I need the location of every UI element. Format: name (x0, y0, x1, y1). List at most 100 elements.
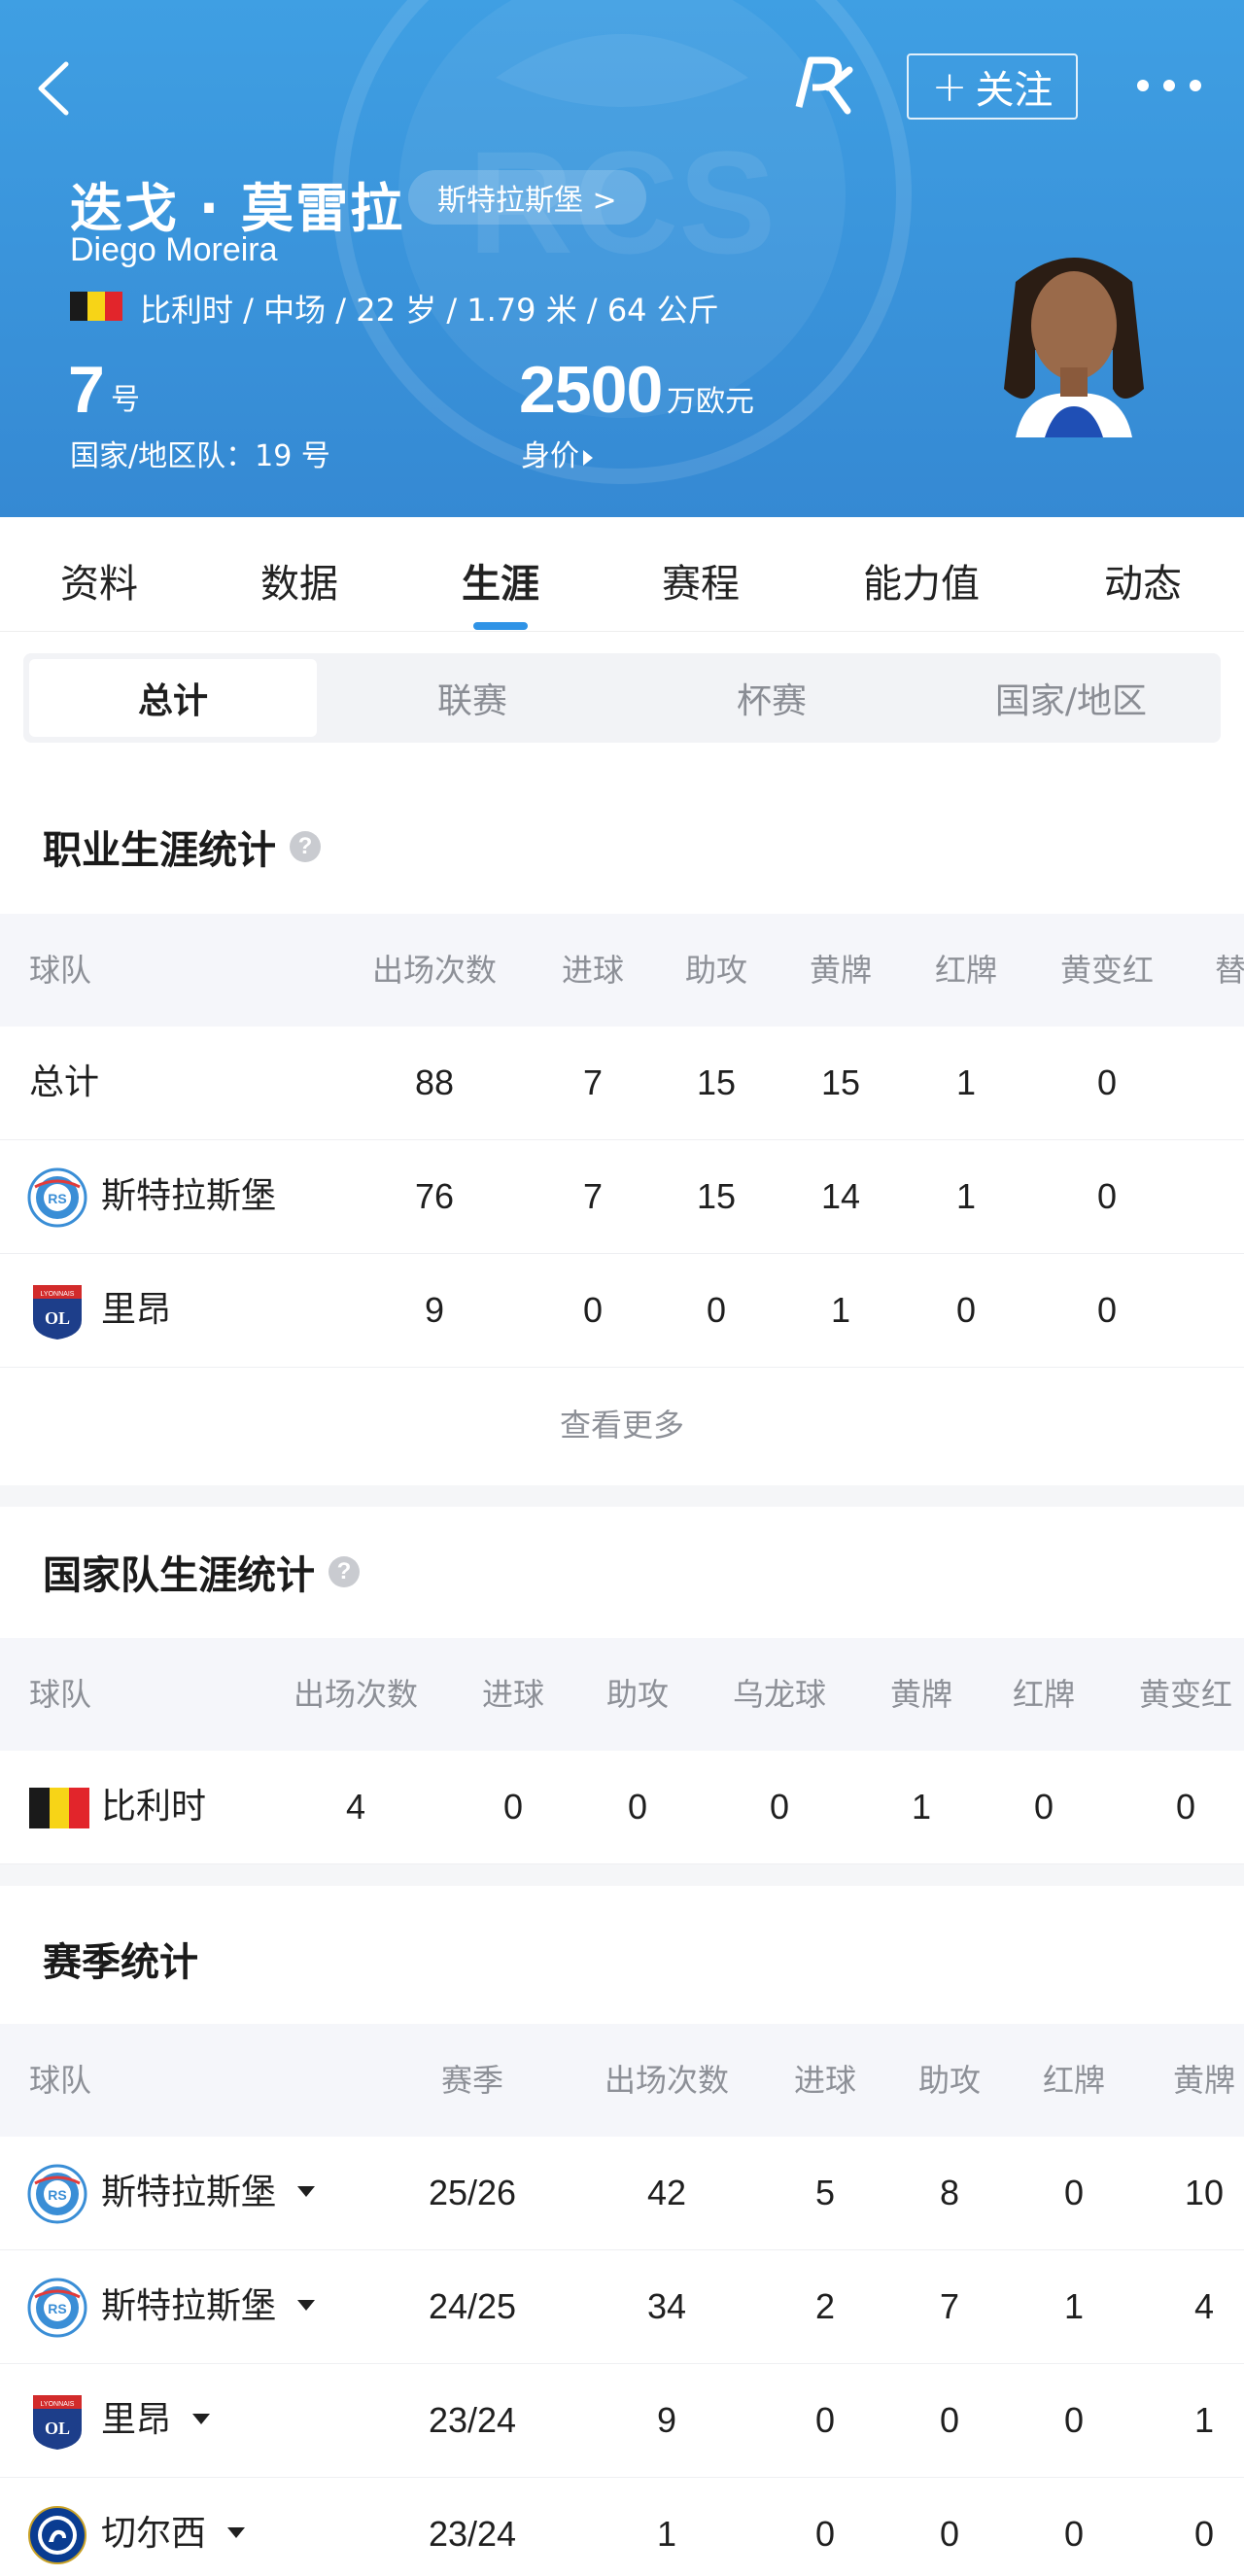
cell-season: 24/25 (428, 2286, 517, 2326)
cell-second-yellow: 0 (1096, 1062, 1118, 1102)
table-row[interactable]: LYONNAIS OL 里昂 9 0 0 1 0 0 (0, 1254, 1244, 1368)
plus-icon: + (931, 61, 968, 112)
cell-assists: 8 (939, 2173, 960, 2212)
header-second-yellow: 黄变红 (1138, 1676, 1233, 1713)
table-row: 总计 88 7 15 15 1 0 (0, 1027, 1244, 1140)
header-second-yellow: 黄变红 (1059, 952, 1155, 989)
help-icon[interactable]: ? (290, 831, 321, 862)
header-team: 球队 (29, 2062, 92, 2099)
cell-assists: 0 (627, 1787, 648, 1827)
cell-goals: 0 (502, 1787, 524, 1827)
national-table-header: 球队 出场次数 进球 助攻 乌龙球 黄牌 红牌 黄变红 (0, 1638, 1244, 1751)
section-divider (0, 1485, 1244, 1507)
cell-yellow: 14 (820, 1176, 861, 1216)
cell-assists: 0 (706, 1290, 727, 1330)
tab-schedule[interactable]: 赛程 (662, 552, 740, 609)
club-link[interactable]: 斯特拉斯堡 > (408, 170, 646, 225)
back-arrow-icon[interactable] (29, 54, 78, 122)
team-name-dropdown[interactable]: 斯特拉斯堡 (101, 2137, 316, 2249)
cell-red: 0 (1063, 2173, 1085, 2212)
header-appearances: 出场次数 (293, 1676, 419, 1713)
cell-goals: 7 (582, 1176, 604, 1216)
view-more-button[interactable]: 查看更多 (0, 1368, 1244, 1482)
follow-button[interactable]: + 关注 (907, 53, 1078, 120)
svg-text:LYONNAIS: LYONNAIS (41, 1291, 75, 1298)
subtab-league[interactable]: 联赛 (323, 653, 622, 743)
subtab-cup[interactable]: 杯赛 (622, 653, 921, 743)
season-stats-title-text: 赛季统计 (43, 1940, 198, 1985)
cell-season: 23/24 (428, 2400, 517, 2440)
table-row[interactable]: 切尔西 23/24 1 0 0 0 0 (0, 2478, 1244, 2576)
header-substitute: 替 (1215, 952, 1244, 989)
national-team-number: 国家/地区队：19 号 (70, 439, 330, 473)
header-appearances: 出场次数 (604, 2062, 730, 2099)
player-name-en: Diego Moreira (70, 231, 278, 268)
svg-text:OL: OL (45, 1308, 70, 1328)
more-options-icon[interactable] (1137, 68, 1201, 103)
header-assists: 助攻 (917, 2062, 982, 2099)
tab-ability[interactable]: 能力值 (863, 552, 980, 609)
table-row[interactable]: 比利时 4 0 0 0 1 0 0 (0, 1751, 1244, 1864)
cell-yellow: 1 (1193, 2400, 1215, 2440)
shirt-number: 7 (68, 353, 105, 427)
cell-red: 0 (1033, 1787, 1054, 1827)
caret-right-icon (583, 449, 593, 466)
header-yellow: 黄牌 (809, 952, 873, 989)
national-stats-title-text: 国家队生涯统计 (43, 1553, 315, 1598)
svg-text:OL: OL (45, 2419, 70, 2438)
cell-assists: 0 (939, 2514, 960, 2554)
team-name-dropdown[interactable]: 斯特拉斯堡 (101, 2250, 316, 2363)
cell-yellow: 15 (820, 1062, 861, 1102)
cell-assists: 15 (696, 1062, 737, 1102)
market-value-unit: 万欧元 (667, 385, 754, 419)
team-name-dropdown[interactable]: 切尔西 (101, 2478, 246, 2576)
cell-goals: 5 (814, 2173, 836, 2212)
belgium-flag-icon (29, 1788, 90, 1828)
tab-career[interactable]: 生涯 (462, 552, 539, 609)
table-row[interactable]: RS 斯特拉斯堡 76 7 15 14 1 0 (0, 1140, 1244, 1254)
team-name: 斯特拉斯堡 (101, 2286, 277, 2326)
caret-down-icon (297, 2185, 316, 2197)
lyon-logo-icon: LYONNAIS OL (33, 1285, 82, 1340)
market-value-label: 身价 (521, 439, 579, 473)
team-name-dropdown[interactable]: 里昂 (101, 2364, 211, 2477)
cell-yellow: 1 (830, 1290, 851, 1330)
career-table-header: 球队 出场次数 进球 助攻 黄牌 红牌 黄变红 替 (0, 914, 1244, 1027)
main-tabs: 资料 数据 生涯 赛程 能力值 动态 (0, 517, 1244, 632)
subtab-national[interactable]: 国家/地区 (921, 653, 1221, 743)
chelsea-logo-icon (28, 2506, 86, 2564)
header-red: 红牌 (934, 952, 998, 989)
cell-goals: 0 (814, 2400, 836, 2440)
player-info: 比利时 / 中场 / 22 岁 / 1.79 米 / 64 公斤 (140, 292, 719, 329)
caret-down-icon (192, 2413, 211, 2424)
team-name: 里昂 (101, 2400, 172, 2440)
market-value-link[interactable]: 身价 (521, 432, 593, 474)
svg-text:RS: RS (48, 2301, 66, 2316)
active-tab-indicator (473, 622, 528, 630)
table-row[interactable]: RS 斯特拉斯堡 24/25 34 2 7 1 4 (0, 2250, 1244, 2364)
pk-icon[interactable] (789, 49, 859, 119)
cell-season: 23/24 (428, 2514, 517, 2554)
team-name: 斯特拉斯堡 (101, 1176, 277, 1216)
cell-red: 0 (1063, 2514, 1085, 2554)
cell-goals: 0 (582, 1290, 604, 1330)
header-assists: 助攻 (605, 1676, 670, 1713)
help-icon[interactable]: ? (328, 1556, 360, 1587)
subtab-total[interactable]: 总计 (29, 659, 317, 737)
tab-news[interactable]: 动态 (1104, 552, 1182, 609)
cell-appearances: 1 (656, 2514, 677, 2554)
cell-second-yellow: 0 (1096, 1290, 1118, 1330)
follow-label: 关注 (975, 68, 1054, 113)
table-row[interactable]: RS 斯特拉斯堡 25/26 42 5 8 0 10 (0, 2137, 1244, 2250)
caret-down-icon (297, 2299, 316, 2311)
header-team: 球队 (29, 952, 92, 989)
header-goals: 进球 (793, 2062, 857, 2099)
tab-profile[interactable]: 资料 (60, 552, 138, 609)
caret-down-icon (227, 2526, 246, 2538)
section-divider (0, 1864, 1244, 1886)
header-own-goals: 乌龙球 (732, 1676, 827, 1713)
table-row[interactable]: LYONNAIS OL 里昂 23/24 9 0 0 0 1 (0, 2364, 1244, 2478)
cell-assists: 15 (696, 1176, 737, 1216)
header-red: 红牌 (1012, 1676, 1076, 1713)
tab-data[interactable]: 数据 (260, 552, 338, 609)
